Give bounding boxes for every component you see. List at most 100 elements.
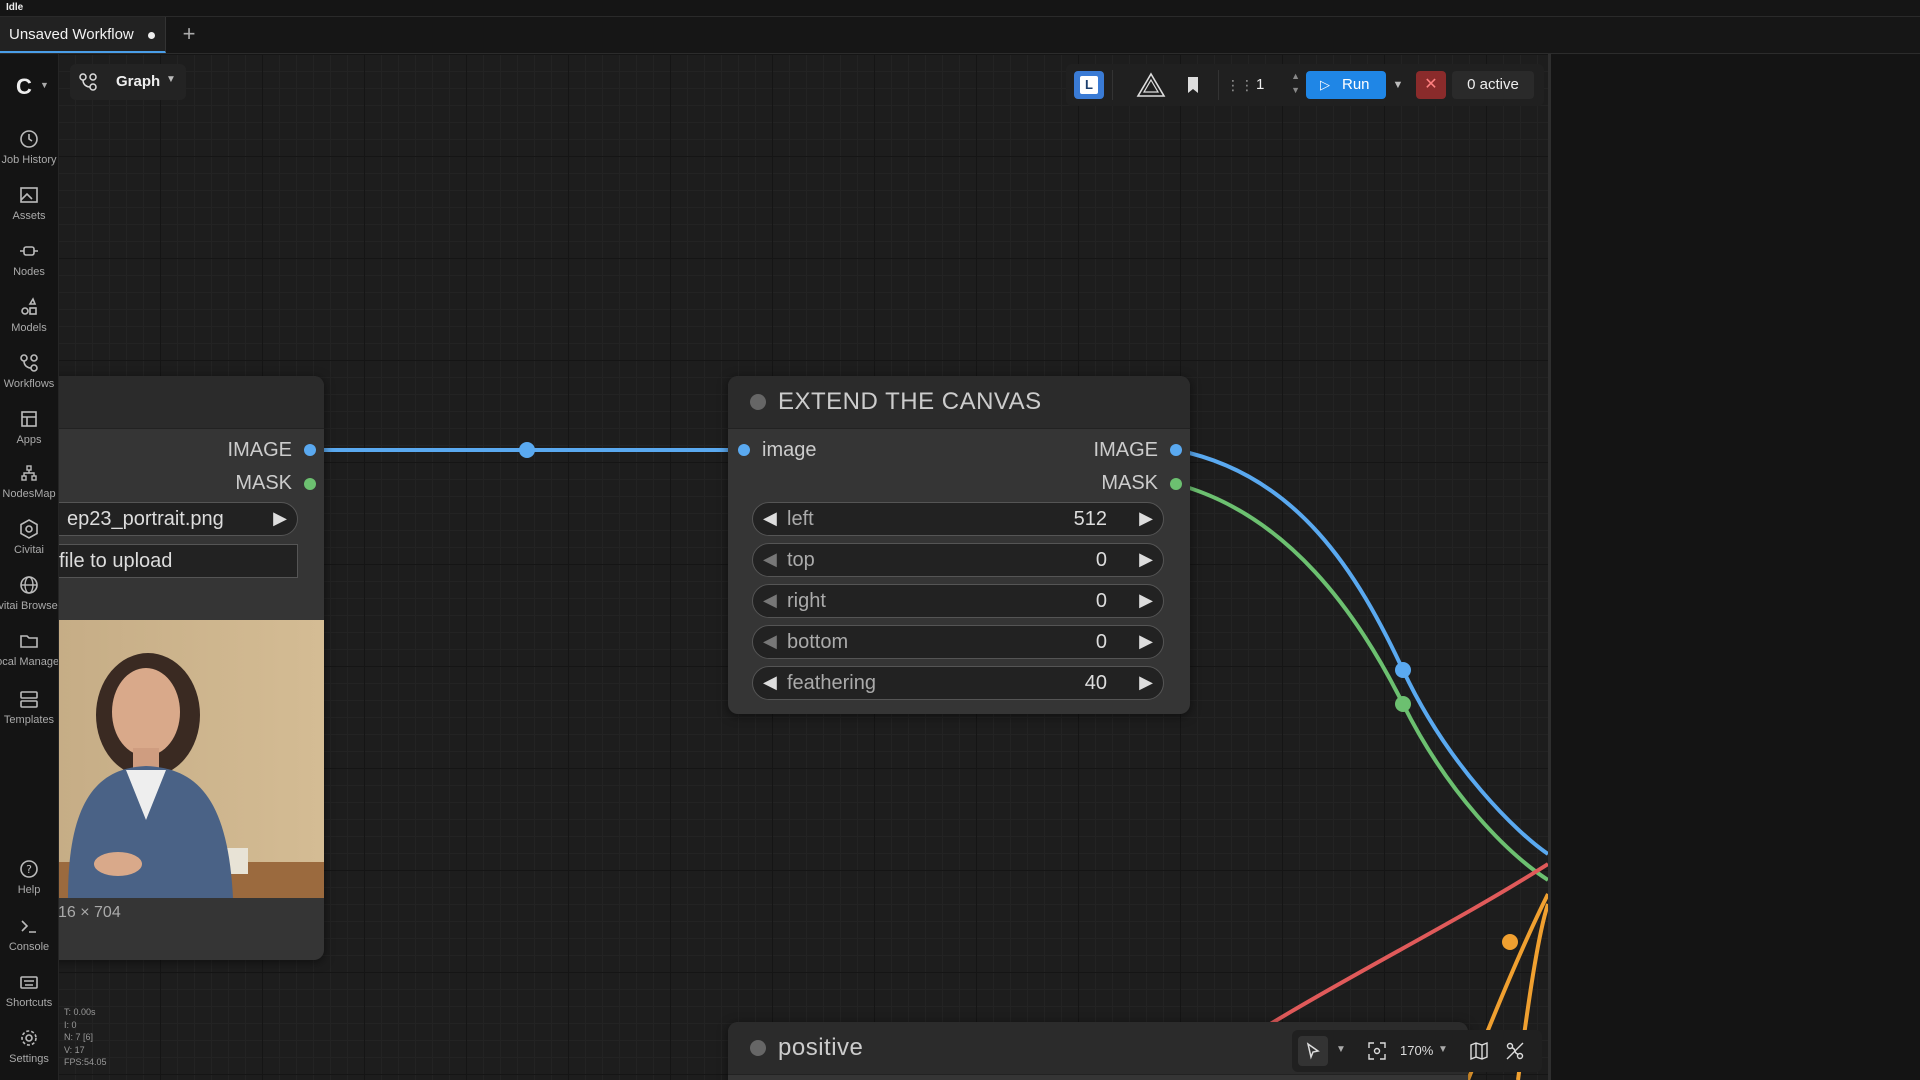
sidebar-item-civitai[interactable]: Civitai — [0, 510, 58, 562]
widget-name: right — [787, 590, 826, 612]
mask-output-slot[interactable] — [1170, 478, 1182, 490]
output-label-image: IMAGE — [1093, 439, 1158, 461]
sidebar-item-label: Civitai Browser — [0, 600, 58, 612]
sidebar-item-templates[interactable]: Templates — [0, 680, 58, 732]
node-title: EXTEND THE CANVAS — [778, 388, 1042, 415]
sidebar-item-apps[interactable]: Apps — [0, 400, 58, 452]
node-title: positive — [778, 1034, 864, 1061]
feathering-widget[interactable]: ◀ feathering 40 ▶ — [752, 666, 1164, 700]
bottom-widget[interactable]: ◀ bottom 0 ▶ — [752, 625, 1164, 659]
image-output-slot[interactable] — [304, 444, 316, 456]
chevron-down-icon[interactable]: ▼ — [40, 80, 49, 90]
right-widget[interactable]: ◀ right 0 ▶ — [752, 584, 1164, 618]
collapse-dot-icon[interactable] — [750, 1040, 766, 1056]
node-title-bar[interactable] — [58, 376, 324, 429]
increment-arrow-icon[interactable]: ▶ — [1139, 672, 1153, 693]
upload-button[interactable]: file to upload — [58, 544, 298, 578]
chevron-down-icon[interactable]: ▼ — [1336, 1044, 1346, 1055]
help-icon: ? — [20, 860, 38, 878]
sidebar-item-workflows[interactable]: Workflows — [0, 344, 58, 396]
image-output-slot[interactable] — [1170, 444, 1182, 456]
left-widget[interactable]: ◀ left 512 ▶ — [752, 502, 1164, 536]
triangle-tool-button[interactable] — [1136, 72, 1166, 98]
increment-arrow-icon[interactable]: ▶ — [1139, 508, 1153, 529]
upload-label: file to upload — [59, 550, 173, 572]
widget-value: 512 — [1073, 508, 1107, 530]
sidebar-item-local-manager[interactable]: Local Manager — [0, 622, 58, 674]
tab-unsaved-workflow[interactable]: Unsaved Workflow — [0, 17, 166, 53]
stepper-down-icon[interactable]: ▼ — [1291, 85, 1300, 95]
image-preview — [58, 620, 324, 898]
increment-arrow-icon[interactable]: ▶ — [1139, 590, 1153, 611]
mask-out-link — [1175, 482, 1548, 882]
graph-menu-button[interactable]: Graph ▼ — [70, 64, 186, 100]
image-select-value: ep23_portrait.png — [67, 508, 224, 530]
next-arrow-icon[interactable]: ▶ — [273, 508, 287, 529]
sidebar-item-shortcuts[interactable]: Shortcuts — [0, 963, 58, 1015]
sidebar-item-help[interactable]: ? Help — [0, 850, 58, 902]
select-tool-button[interactable] — [1298, 1036, 1328, 1066]
zoom-level[interactable]: 170% — [1400, 1043, 1433, 1058]
drag-handle-icon[interactable]: ⋮⋮ — [1226, 76, 1254, 94]
focus-icon — [1368, 1042, 1386, 1060]
run-button[interactable]: ▷ Run — [1306, 71, 1386, 99]
decrement-arrow-icon[interactable]: ◀ — [763, 508, 777, 529]
decrement-arrow-icon[interactable]: ◀ — [763, 631, 777, 652]
sidebar-item-nodes[interactable]: Nodes — [0, 232, 58, 284]
queue-count-input[interactable]: 1 ▲ ▼ — [1248, 71, 1304, 98]
increment-arrow-icon[interactable]: ▶ — [1139, 549, 1153, 570]
output-label-image: IMAGE — [227, 439, 292, 461]
sidebar-item-label: Settings — [9, 1053, 49, 1065]
l-button[interactable]: L — [1074, 71, 1104, 99]
decrement-arrow-icon[interactable]: ◀ — [763, 549, 777, 570]
node-title-bar[interactable]: EXTEND THE CANVAS — [728, 376, 1190, 429]
link-midpoint-icon — [519, 442, 535, 458]
active-queue-button[interactable]: 0 active — [1452, 71, 1534, 99]
bookmark-button[interactable] — [1180, 72, 1206, 98]
input-label-image: image — [762, 439, 817, 461]
sidebar-item-label: Shortcuts — [5, 997, 53, 1009]
new-tab-button[interactable]: + — [176, 21, 202, 47]
cancel-button[interactable]: ✕ — [1416, 71, 1446, 99]
stepper-up-icon[interactable]: ▲ — [1291, 71, 1300, 81]
sidebar-item-console[interactable]: Console — [0, 907, 58, 959]
tab-label: Unsaved Workflow — [9, 26, 134, 43]
svg-text:?: ? — [26, 863, 32, 876]
run-options-chevron-icon[interactable]: ▼ — [1388, 74, 1408, 96]
sidebar-item-job-history[interactable]: Job History — [0, 120, 58, 172]
sidebar-item-settings[interactable]: Settings — [0, 1019, 58, 1071]
fit-view-button[interactable] — [1366, 1040, 1388, 1062]
sidebar: C ▼ Job History Assets Nodes Models Work… — [0, 54, 59, 1080]
top-widget[interactable]: ◀ top 0 ▶ — [752, 543, 1164, 577]
sidebar-item-label: NodesMap — [2, 488, 56, 500]
image-select-widget[interactable]: ep23_portrait.png ▶ — [58, 502, 298, 536]
extend-canvas-node[interactable]: EXTEND THE CANVAS image IMAGE MASK ◀ lef… — [728, 376, 1190, 714]
decrement-arrow-icon[interactable]: ◀ — [763, 672, 777, 693]
sidebar-item-models[interactable]: Models — [0, 288, 58, 340]
sidebar-item-civitai-browser[interactable]: Civitai Browser — [0, 566, 58, 618]
sidebar-item-assets[interactable]: Assets — [0, 176, 58, 228]
status-text: Idle — [6, 2, 24, 13]
decrement-arrow-icon[interactable]: ◀ — [763, 590, 777, 611]
folder-icon — [20, 635, 38, 648]
unsaved-dot-icon — [148, 32, 155, 39]
collapse-dot-icon[interactable] — [750, 394, 766, 410]
models-icon — [21, 297, 37, 315]
bookmark-icon — [1188, 77, 1198, 93]
image-input-slot[interactable] — [738, 444, 750, 456]
increment-arrow-icon[interactable]: ▶ — [1139, 631, 1153, 652]
sidebar-item-label: Console — [8, 941, 50, 953]
toggle-links-button[interactable] — [1504, 1040, 1526, 1062]
chevron-down-icon[interactable]: ▼ — [1438, 1044, 1448, 1055]
stat-v: V: 17 — [64, 1044, 85, 1055]
image-out-link — [1175, 448, 1548, 856]
image-icon — [20, 187, 38, 203]
load-image-node[interactable]: IMAGE MASK ep23_portrait.png ▶ file to u… — [58, 376, 324, 960]
app-logo-icon[interactable]: C — [16, 74, 32, 100]
mask-output-slot[interactable] — [304, 478, 316, 490]
sidebar-item-nodesmap[interactable]: NodesMap — [0, 454, 58, 506]
output-label-mask: MASK — [235, 472, 292, 494]
sidebar-item-label: Job History — [1, 154, 57, 166]
graph-canvas[interactable]: IMAGE MASK ep23_portrait.png ▶ file to u… — [58, 54, 1548, 1080]
minimap-button[interactable] — [1468, 1040, 1490, 1062]
